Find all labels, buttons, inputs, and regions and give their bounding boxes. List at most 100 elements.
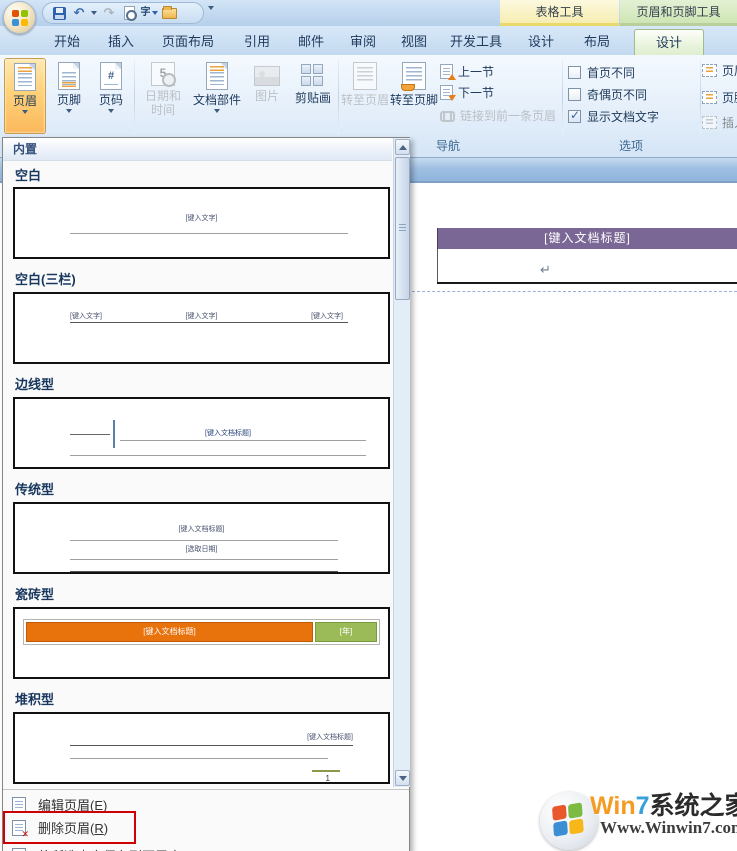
scroll-up-icon[interactable] bbox=[395, 139, 410, 155]
header-dropdown-icon[interactable] bbox=[22, 110, 28, 114]
header-boundary-dashed-line bbox=[412, 291, 737, 292]
scroll-down-icon[interactable] bbox=[395, 770, 410, 786]
header-from-top-icon bbox=[702, 64, 717, 77]
previous-section-button[interactable]: 上一节 bbox=[440, 61, 494, 81]
show-document-text-checkbox[interactable] bbox=[568, 110, 581, 123]
office-button[interactable] bbox=[3, 1, 36, 34]
tab-home[interactable]: 开始 bbox=[44, 29, 90, 55]
undo-dropdown-icon[interactable] bbox=[91, 11, 97, 15]
save-selection-menu-item[interactable]: 将所选内容保存到页眉库(S)... bbox=[3, 844, 409, 851]
link-to-previous-button: 链接到前一条页眉 bbox=[440, 105, 556, 125]
save-icon[interactable] bbox=[51, 5, 67, 21]
print-preview-icon[interactable] bbox=[121, 5, 137, 21]
tab-mailings[interactable]: 邮件 bbox=[288, 29, 334, 55]
different-first-page-checkbox[interactable] bbox=[568, 66, 581, 79]
picture-button: 图片 bbox=[246, 58, 288, 134]
contextual-group-header-footer-tools: 页眉和页脚工具 bbox=[620, 0, 737, 26]
watermark-title: Win7系统之家 bbox=[590, 786, 737, 822]
previous-section-icon bbox=[440, 64, 453, 79]
save-selection-icon bbox=[12, 848, 26, 851]
gallery-item-tiles[interactable]: [键入文档标题] [年] bbox=[13, 607, 390, 679]
date-time-icon bbox=[151, 62, 175, 86]
gallery-item-blank[interactable]: [键入文字] bbox=[13, 187, 390, 259]
tiles-title-block: [键入文档标题] bbox=[26, 622, 313, 642]
goto-footer-button[interactable]: 转至页脚 bbox=[390, 58, 438, 134]
goto-header-button: 转至页眉 bbox=[341, 58, 389, 134]
undo-icon[interactable]: ↶ bbox=[71, 5, 87, 21]
group-label-navigation: 导航 bbox=[410, 137, 486, 157]
tab-table-design[interactable]: 设计 bbox=[518, 29, 564, 55]
redo-icon: ↷ bbox=[101, 5, 117, 21]
page-number-dropdown-icon[interactable] bbox=[108, 109, 114, 113]
tab-header-footer-design[interactable]: 设计 bbox=[634, 29, 704, 55]
pinyin-spell-icon[interactable]: 字 bbox=[141, 5, 157, 21]
tab-developer[interactable]: 开发工具 bbox=[444, 29, 508, 55]
different-odd-even-checkbox-row[interactable]: 奇偶页不同 bbox=[568, 85, 647, 103]
footer-button[interactable]: 页脚 bbox=[48, 58, 90, 134]
group-label-options: 选项 bbox=[595, 137, 667, 157]
watermark: Win7系统之家 Www.Winwin7.com bbox=[534, 778, 737, 851]
tab-insert[interactable]: 插入 bbox=[98, 29, 144, 55]
gallery-scrollbar[interactable] bbox=[393, 138, 410, 787]
next-section-icon bbox=[440, 85, 453, 100]
footer-from-bottom-button[interactable]: 页脚底 bbox=[702, 88, 737, 106]
customize-qat-icon[interactable] bbox=[208, 6, 214, 10]
header-gallery-dropdown: 内置 空白 [键入文字] 空白(三栏) [键入文字] [键入文字] [键入文字]… bbox=[2, 137, 410, 851]
next-section-button[interactable]: 下一节 bbox=[440, 82, 494, 102]
red-highlight-annotation bbox=[3, 811, 136, 844]
gallery-category-blank: 空白 bbox=[15, 165, 41, 184]
ribbon-tab-row: 开始 插入 页面布局 引用 邮件 审阅 视图 开发工具 设计 布局 设计 bbox=[0, 26, 737, 55]
footer-from-bottom-icon bbox=[702, 91, 717, 104]
picture-icon bbox=[254, 66, 280, 86]
page-edge-line bbox=[437, 249, 438, 283]
gallery-item-blank-3col[interactable]: [键入文字] [键入文字] [键入文字] bbox=[13, 292, 390, 364]
goto-header-icon bbox=[353, 62, 377, 90]
word-window: 表格工具 页眉和页脚工具 ↶ ↷ 字 开始 插入 页面布局 引用 邮件 审阅 视… bbox=[0, 0, 737, 851]
header-button[interactable]: 页眉 bbox=[4, 58, 46, 134]
tab-view[interactable]: 视图 bbox=[392, 29, 436, 55]
quick-parts-button[interactable]: 文档部件 bbox=[190, 58, 244, 134]
gallery-category-traditional: 传统型 bbox=[15, 479, 54, 498]
gallery-item-traditional[interactable]: [键入文档标题] [选取日期] bbox=[13, 502, 390, 574]
quick-parts-icon bbox=[206, 62, 228, 90]
link-icon bbox=[440, 110, 455, 120]
show-document-text-checkbox-row[interactable]: 显示文档文字 bbox=[568, 107, 659, 125]
document-title-placeholder[interactable]: [键入文档标题] bbox=[437, 228, 737, 249]
footer-dropdown-icon[interactable] bbox=[66, 109, 72, 113]
header-icon bbox=[14, 63, 36, 91]
quick-access-toolbar: ↶ ↷ 字 bbox=[42, 2, 204, 24]
date-time-button: 日期和 时间 bbox=[138, 58, 188, 134]
quick-parts-dropdown-icon[interactable] bbox=[214, 109, 220, 113]
tiles-preview-bar: [键入文档标题] [年] bbox=[23, 619, 380, 645]
tab-table-layout[interactable]: 布局 bbox=[574, 29, 620, 55]
watermark-url: Www.Winwin7.com bbox=[600, 818, 737, 838]
goto-footer-icon bbox=[402, 62, 426, 90]
paragraph-mark: ↵ bbox=[540, 262, 551, 278]
gallery-item-sideline[interactable]: [键入文档标题] bbox=[13, 397, 390, 469]
different-first-page-checkbox-row[interactable]: 首页不同 bbox=[568, 63, 635, 81]
tab-page-layout[interactable]: 页面布局 bbox=[152, 29, 224, 55]
page-number-button[interactable]: 页码 bbox=[90, 58, 132, 134]
gallery-category-blank-3col: 空白(三栏) bbox=[15, 269, 76, 288]
header-rule-line bbox=[437, 282, 737, 284]
scrollbar-thumb[interactable] bbox=[395, 157, 410, 300]
insert-alignment-tab-button: 插入 bbox=[702, 113, 737, 131]
tiles-year-block: [年] bbox=[315, 622, 377, 642]
gallery-category-stacks: 堆积型 bbox=[15, 689, 54, 708]
gallery-category-tiles: 瓷砖型 bbox=[15, 584, 54, 603]
contextual-group-table-tools: 表格工具 bbox=[500, 0, 619, 26]
gallery-section-title: 内置 bbox=[3, 138, 392, 161]
clipart-icon bbox=[301, 64, 325, 88]
open-folder-icon[interactable] bbox=[161, 5, 177, 21]
different-odd-even-checkbox[interactable] bbox=[568, 88, 581, 101]
clipart-button[interactable]: 剪贴画 bbox=[290, 58, 336, 134]
office-logo-icon bbox=[12, 10, 28, 26]
page-number-icon bbox=[100, 62, 122, 90]
footer-icon bbox=[58, 62, 80, 90]
header-from-top-button[interactable]: 页眉顶 bbox=[702, 61, 737, 79]
tab-review[interactable]: 审阅 bbox=[340, 29, 386, 55]
insert-alignment-tab-icon bbox=[702, 116, 717, 129]
gallery-item-stacks[interactable]: [键入文档标题] 1 bbox=[13, 712, 390, 784]
gallery-category-sideline: 边线型 bbox=[15, 374, 54, 393]
tab-references[interactable]: 引用 bbox=[234, 29, 280, 55]
